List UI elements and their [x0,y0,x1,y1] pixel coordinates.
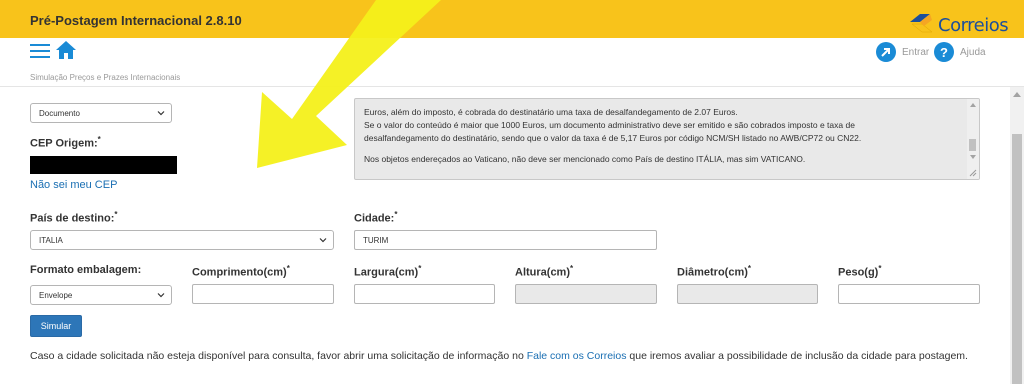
diametro-input [677,284,818,304]
login-arrow-icon [876,42,896,62]
entrar-link[interactable]: Entrar [876,42,929,62]
info-line: Euros, além do imposto, é cobrada do des… [364,107,738,117]
largura-label: Largura(cm)* [354,264,422,279]
info-scrollbar[interactable] [967,99,979,179]
scroll-up-icon[interactable] [1013,92,1021,97]
cep-origem-redacted-field[interactable] [30,156,177,174]
cidade-input[interactable]: TURIM [354,230,657,250]
divider [0,86,1024,87]
logo-text: Correios [938,14,1009,36]
pais-destino-label: País de destino:* [30,210,118,225]
info-textarea[interactable]: Euros, além do imposto, é cobrada do des… [354,98,980,180]
altura-label: Altura(cm)* [515,264,574,279]
largura-input[interactable] [354,284,495,304]
cidade-value: TURIM [363,235,389,245]
info-line: Se o valor do conteúdo é maior que 1000 … [364,120,855,130]
fale-com-correios-link[interactable]: Fale com os Correios [527,350,627,362]
info-line: Nos objetos endereçados ao Vaticano, não… [364,154,806,164]
ajuda-label: Ajuda [960,46,986,58]
hamburger-menu-icon[interactable] [30,44,50,58]
ajuda-link[interactable]: ? Ajuda [934,42,986,62]
resize-grip-icon[interactable] [969,169,977,177]
app-title: Pré-Postagem Internacional 2.8.10 [30,13,242,28]
chevron-down-icon [157,293,165,298]
page-scrollbar-thumb[interactable] [1012,134,1022,384]
pais-destino-select[interactable]: ITALIA [30,230,334,250]
info-scroll-up-icon[interactable] [970,103,976,107]
chevron-down-icon [157,111,165,116]
nao-sei-cep-link[interactable]: Não sei meu CEP [30,179,117,191]
tipo-objeto-select[interactable]: Documento [30,103,172,123]
comprimento-label: Comprimento(cm)* [192,264,290,279]
correios-logo[interactable]: Correios [906,10,1009,40]
peso-label: Peso(g)* [838,264,882,279]
nav-row: Entrar ? Ajuda [0,38,1024,64]
simular-button[interactable]: Simular [30,315,82,337]
help-icon: ? [934,42,954,62]
entrar-label: Entrar [902,46,930,58]
footnote-text: Caso a cidade solicitada não esteja disp… [30,350,527,362]
info-line: desalfandegamento do destinatário, sendo… [364,133,862,143]
tipo-objeto-value: Documento [39,108,80,118]
chevron-down-icon [319,238,327,243]
breadcrumb: Simulação Preços e Prazes Internacionais [30,73,181,82]
home-icon[interactable] [55,40,77,60]
formato-embalagem-select[interactable]: Envelope [30,285,172,305]
pais-destino-value: ITALIA [39,235,63,245]
peso-input[interactable] [838,284,980,304]
cidade-label: Cidade:* [354,210,398,225]
comprimento-input[interactable] [192,284,334,304]
footnote: Caso a cidade solicitada não esteja disp… [30,346,980,366]
cep-origem-label: CEP Origem:* [30,135,101,150]
top-bar: Pré-Postagem Internacional 2.8.10 Correi… [0,0,1024,38]
diametro-label: Diâmetro(cm)* [677,264,752,279]
info-scroll-thumb[interactable] [969,139,976,151]
info-scroll-down-icon[interactable] [970,155,976,159]
correios-logo-icon [910,14,933,33]
formato-embalagem-value: Envelope [39,290,73,300]
formato-embalagem-label: Formato embalagem: [30,264,142,276]
footnote-text-end: que iremos avaliar a possibilidade de in… [626,350,968,362]
altura-input [515,284,657,304]
